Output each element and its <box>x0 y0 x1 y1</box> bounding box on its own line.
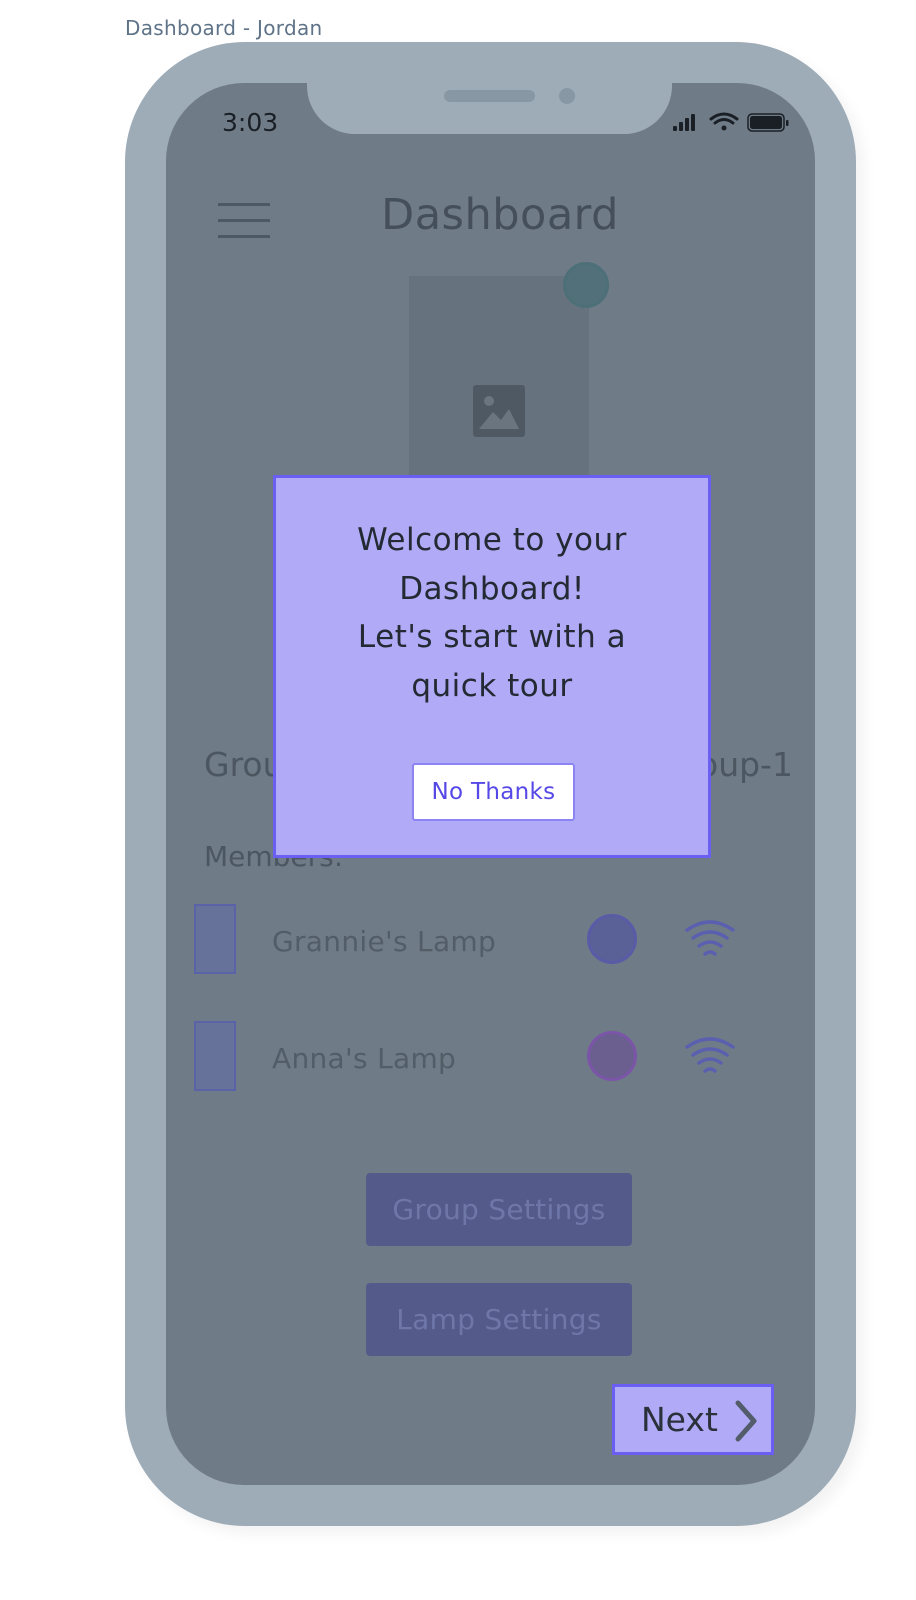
next-button[interactable]: Next <box>612 1384 774 1455</box>
wifi-icon <box>709 112 739 131</box>
image-placeholder-icon <box>473 385 525 437</box>
welcome-line: Dashboard! <box>399 570 585 607</box>
cellular-signal-icon <box>673 114 695 131</box>
no-thanks-button[interactable]: No Thanks <box>412 763 575 821</box>
hamburger-menu-icon[interactable] <box>218 203 270 239</box>
lamp-status-dot <box>587 1031 637 1081</box>
lamp-thumbnail <box>194 904 236 974</box>
welcome-line: Let's start with a <box>357 619 627 655</box>
next-label: Next <box>641 1400 718 1439</box>
lamp-status-dot <box>587 914 637 964</box>
status-time: 3:03 <box>222 108 279 137</box>
lamp-name[interactable]: Anna's Lamp <box>272 1042 456 1075</box>
speaker-grille <box>444 90 535 102</box>
artboard-title: Dashboard - Jordan <box>125 16 323 40</box>
lamp-name[interactable]: Grannie's Lamp <box>272 925 496 958</box>
lamp-settings-button[interactable]: Lamp Settings <box>366 1283 632 1356</box>
welcome-line: quick tour <box>411 667 573 704</box>
status-icons <box>673 112 789 132</box>
wifi-signal-icon <box>685 920 735 956</box>
group-settings-button[interactable]: Group Settings <box>366 1173 632 1246</box>
group-name: oup-1 <box>698 745 793 784</box>
group-label: Grou <box>204 745 284 784</box>
lamp-thumbnail <box>194 1021 236 1091</box>
welcome-message: Welcome to your Dashboard! Let's start w… <box>276 516 708 710</box>
phone-notch <box>307 72 672 134</box>
chevron-right-icon <box>735 1400 757 1442</box>
battery-icon <box>747 113 789 132</box>
lamp-status-indicator <box>563 262 609 308</box>
page-title: Dashboard <box>381 190 619 240</box>
welcome-tour-modal: Welcome to your Dashboard! Let's start w… <box>273 475 711 858</box>
lamp-image-placeholder <box>409 276 589 486</box>
wifi-signal-icon <box>685 1037 735 1073</box>
welcome-line: Welcome to your <box>357 522 627 558</box>
front-camera <box>559 88 575 104</box>
